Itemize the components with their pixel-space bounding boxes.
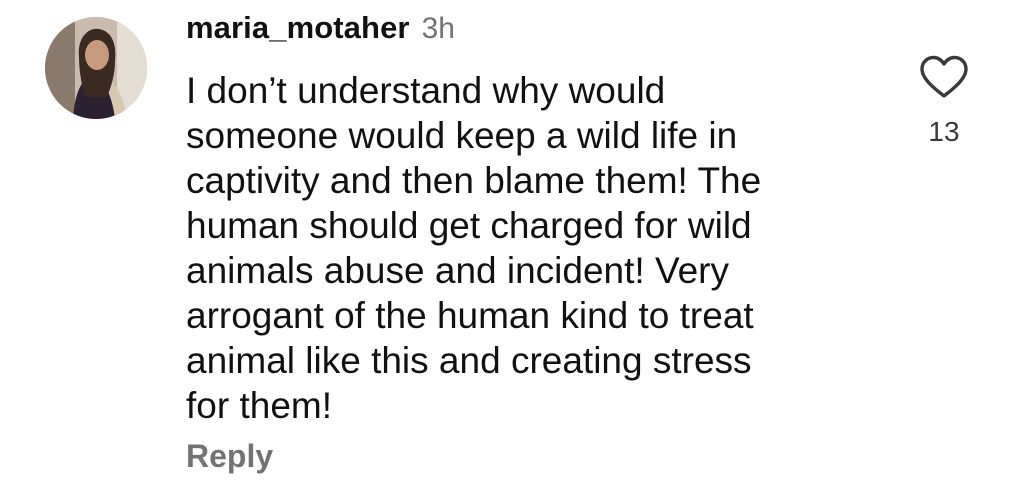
like-count: 13	[928, 116, 960, 147]
avatar-photo	[45, 17, 147, 119]
avatar[interactable]	[45, 17, 147, 119]
timestamp: 3h	[421, 12, 455, 45]
comment-text-line: someone would keep a wild life in	[186, 115, 738, 156]
comment-text-line: I don’t understand why would	[186, 70, 666, 111]
username[interactable]: maria_motaher	[186, 10, 410, 46]
reply-button[interactable]: Reply	[186, 438, 273, 475]
comment-text-line: human should get charged for wild	[186, 205, 752, 246]
comment-text-line: animals abuse and incident! Very	[186, 250, 730, 291]
comment-text-line: for them!	[186, 385, 332, 426]
like-section: 13	[912, 50, 976, 150]
comment-text-line: arrogant of the human kind to treat	[186, 295, 754, 336]
comment-header: maria_motaher 3h	[186, 10, 455, 52]
comment-text-line: captivity and then blame them! The	[186, 160, 762, 201]
comment-text-line: animal like this and creating stress	[186, 340, 752, 381]
like-button[interactable]	[918, 54, 970, 100]
heart-outline-icon	[920, 55, 968, 98]
comment-item: maria_motaher 3h I don’t understand why …	[0, 0, 1024, 504]
comment-text: I don’t understand why would someone wou…	[186, 68, 866, 428]
